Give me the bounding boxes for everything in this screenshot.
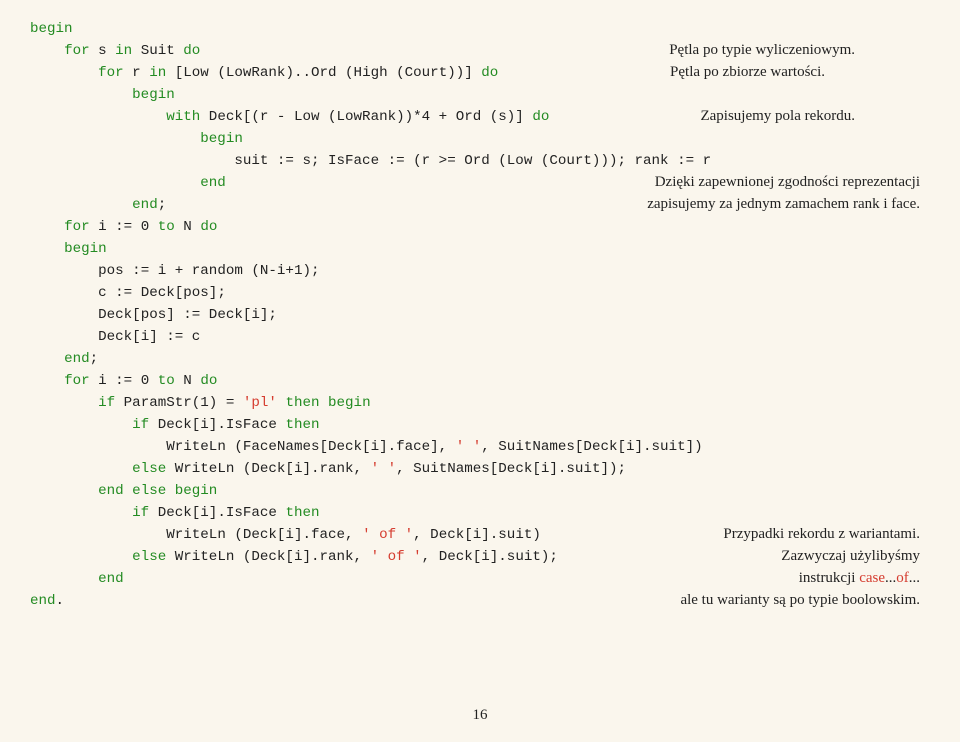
annotation: Zapisujemy pola rekordu.: [700, 106, 855, 128]
page-number: 16: [0, 707, 960, 724]
kw-then: then: [285, 505, 319, 521]
code-line: pos := i + random (N-i+1);: [98, 263, 319, 279]
kw-do: do: [481, 65, 498, 81]
kw-begin: begin: [64, 241, 107, 257]
annotation: ale tu warianty są po typie boolowskim.: [680, 590, 920, 612]
kw-in: in: [115, 43, 132, 59]
kw-for: for: [64, 43, 90, 59]
kw-else-begin: else begin: [124, 483, 218, 499]
kw-then-begin: then begin: [277, 395, 371, 411]
string-literal: ' ': [371, 461, 397, 477]
kw-do: do: [532, 109, 549, 125]
kw-of: of: [896, 570, 909, 586]
annotation: instrukcji case...of...: [799, 568, 920, 590]
string-literal: 'pl': [243, 395, 277, 411]
kw-do: do: [183, 43, 200, 59]
kw-with: with: [166, 109, 200, 125]
kw-begin: begin: [30, 21, 73, 37]
kw-for: for: [64, 373, 90, 389]
kw-for: for: [98, 65, 124, 81]
annotation: Zazwyczaj użylibyśmy: [781, 546, 920, 568]
kw-end: end: [132, 197, 158, 213]
kw-do: do: [200, 373, 217, 389]
kw-end: end: [200, 175, 226, 191]
kw-begin: begin: [132, 87, 175, 103]
page: begin for s in Suit do for r in [Low (Lo…: [0, 0, 960, 742]
annotation: zapisujemy za jednym zamachem rank i fac…: [647, 194, 920, 216]
kw-for: for: [64, 219, 90, 235]
annotation: Dzięki zapewnionej zgodności reprezentac…: [655, 172, 920, 194]
kw-begin: begin: [200, 131, 243, 147]
code-line: c := Deck[pos];: [98, 285, 226, 301]
code-line: Deck[i] := c: [98, 329, 200, 345]
kw-end: end: [64, 351, 90, 367]
string-literal: ' of ': [371, 549, 422, 565]
kw-then: then: [285, 417, 319, 433]
kw-if: if: [132, 417, 149, 433]
kw-end: end: [98, 483, 124, 499]
kw-in: in: [149, 65, 166, 81]
string-literal: ' ': [456, 439, 482, 455]
string-literal: ' of ': [362, 527, 413, 543]
kw-if: if: [98, 395, 115, 411]
kw-case: case: [859, 570, 885, 586]
kw-else: else: [132, 549, 166, 565]
kw-end: end: [30, 593, 56, 609]
kw-else: else: [132, 461, 166, 477]
annotation: Pętla po typie wyliczeniowym.: [669, 40, 855, 62]
annotation: Przypadki rekordu z wariantami.: [723, 524, 920, 546]
kw-to: to: [158, 373, 175, 389]
kw-do: do: [200, 219, 217, 235]
code-line: Deck[pos] := Deck[i];: [98, 307, 277, 323]
code-line: suit := s; IsFace := (r >= Ord (Low (Cou…: [234, 153, 711, 169]
annotation: Pętla po zbiorze wartości.: [670, 62, 825, 84]
kw-to: to: [158, 219, 175, 235]
kw-if: if: [132, 505, 149, 521]
kw-end: end: [98, 571, 124, 587]
